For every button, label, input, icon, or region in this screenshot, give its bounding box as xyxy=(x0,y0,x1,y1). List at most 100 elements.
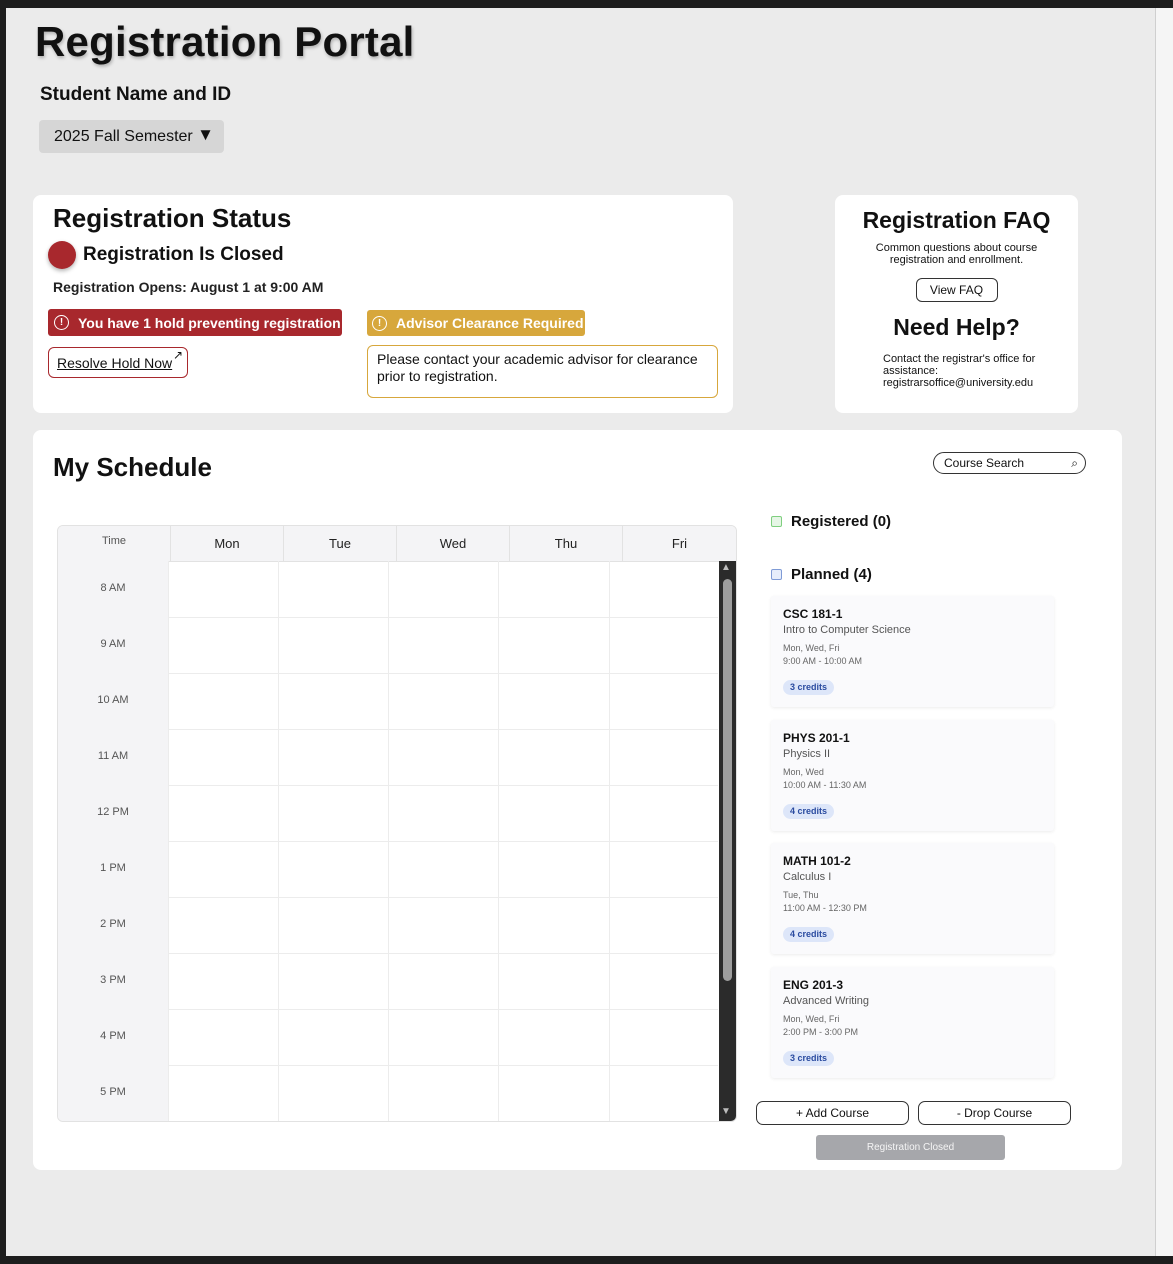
scroll-up-icon[interactable]: ▲ xyxy=(721,562,731,573)
page-title: Registration Portal xyxy=(35,18,415,65)
time-column-header: Time xyxy=(101,535,127,547)
scroll-down-icon[interactable]: ▼ xyxy=(721,1106,731,1117)
window-edge xyxy=(1155,8,1173,1256)
calendar-column-line xyxy=(388,561,389,1121)
course-card[interactable]: ENG 201-3 Advanced Writing Mon, Wed, Fri… xyxy=(771,967,1054,1078)
alert-icon: ! xyxy=(54,315,69,330)
course-code: ENG 201-3 xyxy=(783,978,844,992)
faq-description: Common questions about course registrati… xyxy=(875,242,1038,266)
course-days: Tue, Thu xyxy=(783,890,819,900)
schedule-card: My Schedule Course Search ⌕ Time Mon Tue… xyxy=(33,430,1122,1170)
semester-select[interactable]: 2025 Fall Semester ▼ xyxy=(39,120,224,153)
calendar-row-line xyxy=(168,1009,718,1010)
calendar-scrollbar[interactable]: ▲ ▼ xyxy=(719,561,736,1121)
course-name: Intro to Computer Science xyxy=(783,624,911,636)
resolve-hold-label: Resolve Hold Now xyxy=(57,354,173,371)
time-label: 11 AM xyxy=(97,750,129,762)
credits-badge: 3 credits xyxy=(783,680,835,695)
credits-badge: 3 credits xyxy=(783,1051,835,1066)
day-header-tue: Tue xyxy=(283,526,396,561)
registration-closed-button: Registration Closed xyxy=(816,1135,1005,1160)
course-search-input[interactable]: Course Search ⌕ xyxy=(933,452,1086,474)
student-name-id: Student Name and ID xyxy=(40,84,232,105)
registration-opens-date: Registration Opens: August 1 at 9:00 AM xyxy=(53,279,324,295)
course-code: PHYS 201-1 xyxy=(783,731,850,745)
semester-value: 2025 Fall Semester xyxy=(54,127,193,145)
calendar-header: Time Mon Tue Wed Thu Fri xyxy=(58,526,736,562)
calendar-column-line xyxy=(278,561,279,1121)
course-time: 9:00 AM - 10:00 AM xyxy=(783,656,863,666)
course-time: 2:00 PM - 3:00 PM xyxy=(783,1027,859,1037)
external-link-icon: ↗ xyxy=(172,348,183,362)
faq-card: Registration FAQ Common questions about … xyxy=(835,195,1078,413)
help-title: Need Help? xyxy=(893,314,1020,340)
time-label: 3 PM xyxy=(100,974,126,986)
schedule-title: My Schedule xyxy=(53,452,212,482)
calendar-column-line xyxy=(498,561,499,1121)
registered-label: Registered (0) xyxy=(791,513,892,530)
calendar-row-line xyxy=(168,1065,718,1066)
course-days: Mon, Wed, Fri xyxy=(783,1014,840,1024)
planned-swatch-icon xyxy=(771,569,782,580)
time-label: 10 AM xyxy=(97,694,129,706)
planned-legend: Planned (4) xyxy=(771,566,872,583)
course-code: CSC 181-1 xyxy=(783,607,843,621)
faq-title: Registration FAQ xyxy=(862,207,1051,233)
resolve-hold-button[interactable]: Resolve Hold Now ↗ xyxy=(48,347,188,378)
advisor-banner: ! Advisor Clearance Required xyxy=(367,310,585,336)
registration-status-card: Registration Status Registration Is Clos… xyxy=(33,195,733,413)
course-time: 10:00 AM - 11:30 AM xyxy=(783,780,867,790)
calendar-row-line xyxy=(168,897,718,898)
hold-banner: ! You have 1 hold preventing registratio… xyxy=(48,309,342,336)
scrollbar-thumb[interactable] xyxy=(723,579,732,981)
advisor-message: Please contact your academic advisor for… xyxy=(367,345,718,398)
calendar-row-line xyxy=(168,841,718,842)
alert-icon: ! xyxy=(372,315,387,331)
help-text: Contact the registrar's office for assis… xyxy=(883,353,1036,389)
hold-banner-text: You have 1 hold preventing registration xyxy=(78,314,341,331)
page-frame: Registration Portal Student Name and ID … xyxy=(6,8,1155,1256)
calendar-row-line xyxy=(168,785,718,786)
time-label: 9 AM xyxy=(100,638,126,650)
course-card[interactable]: CSC 181-1 Intro to Computer Science Mon,… xyxy=(771,596,1054,707)
registered-legend: Registered (0) xyxy=(771,513,891,530)
day-header-fri: Fri xyxy=(622,526,736,561)
course-card[interactable]: PHYS 201-1 Physics II Mon, Wed 10:00 AM … xyxy=(771,720,1054,831)
course-search-placeholder: Course Search xyxy=(944,456,1025,470)
course-time: 11:00 AM - 12:30 PM xyxy=(783,903,867,913)
planned-label: Planned (4) xyxy=(791,566,872,583)
course-name: Calculus I xyxy=(783,871,832,883)
calendar-row-line xyxy=(168,673,718,674)
day-header-thu: Thu xyxy=(509,526,622,561)
registered-swatch-icon xyxy=(771,516,782,527)
status-indicator-icon xyxy=(48,241,76,269)
course-card[interactable]: MATH 101-2 Calculus I Tue, Thu 11:00 AM … xyxy=(771,843,1054,954)
drop-course-button[interactable]: - Drop Course xyxy=(918,1101,1071,1125)
advisor-banner-text: Advisor Clearance Required xyxy=(396,315,584,331)
time-label: 5 PM xyxy=(100,1086,126,1098)
dropdown-caret-icon: ▼ xyxy=(197,125,214,144)
calendar-column-line xyxy=(609,561,610,1121)
course-days: Mon, Wed, Fri xyxy=(783,643,840,653)
time-label: 12 PM xyxy=(97,806,129,818)
time-column: 8 AM 9 AM 10 AM 11 AM 12 PM 1 PM 2 PM 3 … xyxy=(58,561,168,1121)
time-label: 8 AM xyxy=(100,582,126,594)
course-name: Advanced Writing xyxy=(783,995,870,1007)
credits-badge: 4 credits xyxy=(783,927,835,942)
calendar-row-line xyxy=(168,953,718,954)
time-label: 1 PM xyxy=(100,862,126,874)
course-code: MATH 101-2 xyxy=(783,854,851,868)
time-label: 2 PM xyxy=(100,918,126,930)
day-header-wed: Wed xyxy=(396,526,509,561)
credits-badge: 4 credits xyxy=(783,804,835,819)
day-header-mon: Mon xyxy=(170,526,283,561)
status-state: Registration Is Closed xyxy=(83,244,284,265)
add-course-button[interactable]: + Add Course xyxy=(756,1101,909,1125)
calendar-column-line xyxy=(168,561,169,1121)
calendar-row-line xyxy=(168,617,718,618)
view-faq-button[interactable]: View FAQ xyxy=(915,278,998,302)
status-title: Registration Status xyxy=(53,203,292,233)
course-days: Mon, Wed xyxy=(783,767,824,777)
search-icon: ⌕ xyxy=(1071,456,1078,470)
time-label: 4 PM xyxy=(100,1030,126,1042)
